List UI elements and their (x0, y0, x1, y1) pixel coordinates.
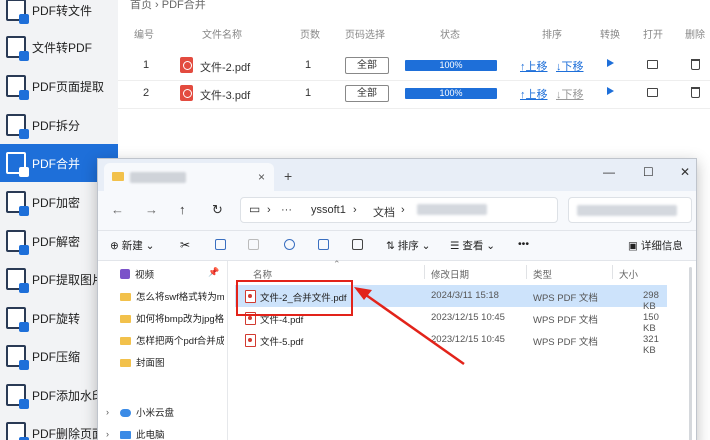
table-header: 编号 文件名称 页数 页码选择 状态 排序 转换 打开 删除 (118, 24, 710, 44)
col-pages: 页数 (300, 30, 320, 41)
rotate-icon (6, 307, 29, 332)
sidebar-item-pdf-to-file[interactable]: PDF转文件 (0, 0, 118, 29)
col-status: 状态 (440, 30, 460, 41)
delete-trash-icon[interactable] (691, 87, 700, 98)
move-down-link[interactable]: ↓下移 (556, 58, 584, 74)
page-select-button[interactable]: 全部 (345, 85, 389, 102)
sidebar-item-split[interactable]: PDF拆分 (0, 106, 118, 144)
sidebar-item-file-to-pdf[interactable]: 文件转PDF (0, 28, 118, 66)
pdf-to-file-icon (6, 0, 29, 24)
row-index: 1 (143, 59, 150, 71)
watermark-icon (6, 384, 29, 409)
unlock-icon (6, 230, 29, 255)
row-pages: 1 (305, 59, 312, 71)
progress-bar: 100% (405, 60, 497, 71)
delete-trash-icon[interactable] (691, 59, 700, 70)
delete-pages-icon (6, 422, 29, 440)
convert-play-icon[interactable] (607, 87, 614, 95)
sidebar-item-page-extract[interactable]: PDF页面提取 (0, 67, 118, 105)
col-convert: 转换 (600, 30, 620, 41)
col-delete: 删除 (685, 30, 705, 41)
table-row: 2 文件-3.pdf 1 全部 100% ↑上移 ↓下移 (118, 79, 710, 109)
breadcrumb: 首页 › PDF合并 (130, 0, 206, 11)
file-explorer-window: × + — ☐ ✕ ← → ↑ ↻ ▭ › ··· yssoft1 › 文档 › (97, 158, 697, 440)
screen: PDF转文件 文件转PDF PDF页面提取 PDF拆分 PDF合并 PDF加密 … (0, 0, 710, 440)
col-open: 打开 (643, 30, 663, 41)
image-icon (6, 268, 29, 293)
open-folder-icon[interactable] (647, 88, 658, 97)
open-folder-icon[interactable] (647, 60, 658, 69)
compress-icon (6, 345, 29, 370)
table-row: 1 文件-2.pdf 1 全部 100% ↑上移 ↓下移 (118, 51, 710, 81)
row-filename: 文件-2.pdf (200, 62, 251, 74)
annotation-arrow-icon (354, 287, 465, 366)
move-down-link[interactable]: ↓下移 (556, 86, 584, 102)
row-index: 2 (143, 87, 150, 99)
move-up-link[interactable]: ↑上移 (520, 58, 548, 74)
pdf-file-icon (180, 85, 193, 101)
col-order: 排序 (542, 30, 562, 41)
pdf-file-icon (180, 57, 193, 73)
row-pages: 1 (305, 87, 312, 99)
page-select-button[interactable]: 全部 (345, 57, 389, 74)
split-icon (6, 114, 29, 139)
move-up-link[interactable]: ↑上移 (520, 86, 548, 102)
lock-icon (6, 191, 29, 216)
convert-play-icon[interactable] (607, 59, 614, 67)
progress-bar: 100% (405, 88, 497, 99)
col-page-select: 页码选择 (345, 30, 385, 41)
merge-icon (6, 152, 29, 177)
page-extract-icon (6, 75, 29, 100)
file-to-pdf-icon (6, 36, 29, 61)
row-filename: 文件-3.pdf (200, 90, 251, 102)
col-index: 编号 (134, 30, 154, 41)
col-name: 文件名称 (202, 30, 242, 41)
